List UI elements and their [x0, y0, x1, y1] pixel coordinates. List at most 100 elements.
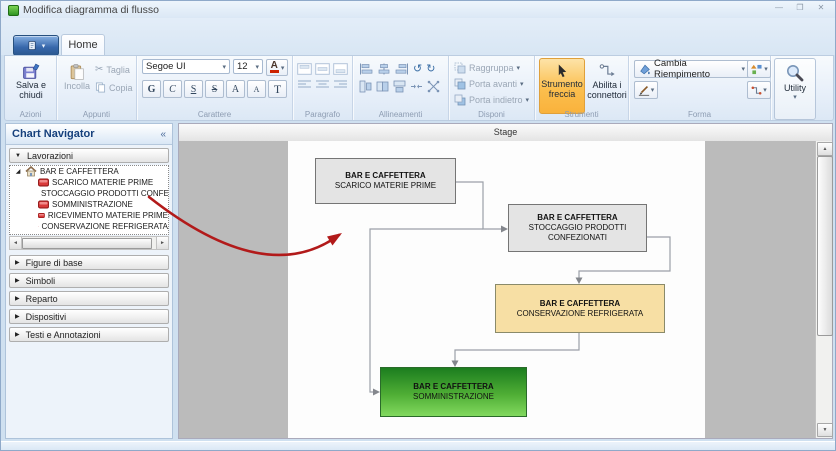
flow-box-somministrazione[interactable]: BAR E CAFFETTERA SOMMINISTRAZIONE [380, 367, 527, 417]
copy-button[interactable]: Copia [95, 82, 133, 93]
stage-vertical-scrollbar[interactable]: ▲ ▼ [815, 141, 832, 438]
connector-style-button[interactable]: ▾ [747, 81, 771, 99]
italic-button[interactable]: C [163, 80, 182, 98]
section-dispositivi[interactable]: ▶ Dispositivi [9, 309, 169, 324]
text-tool-button[interactable]: T [268, 80, 287, 98]
same-size-icon[interactable] [376, 80, 389, 93]
text-align-right-icon[interactable] [333, 78, 348, 90]
section-reparto-label: Reparto [26, 294, 58, 304]
chart-navigator-panel: Chart Navigator « ▼ Lavorazioni ◢ BAR E … [5, 123, 173, 439]
group-objects-button[interactable]: Raggruppa ▾ [454, 60, 534, 75]
ribbon-group-disponi: Raggruppa ▾ Porta avanti ▾ Porta indietr… [449, 56, 535, 120]
enable-connectors-button[interactable]: Abilita i connettori [585, 58, 629, 114]
save-close-button[interactable]: Salva e chiudi [8, 58, 54, 101]
tree-expanded-icon[interactable]: ◢ [14, 168, 22, 175]
collapse-panel-icon[interactable]: « [160, 129, 166, 140]
section-lavorazioni[interactable]: ▼ Lavorazioni [9, 148, 169, 163]
application-menu-button[interactable]: ▾ [13, 35, 59, 56]
scroll-up-icon[interactable]: ▲ [817, 142, 833, 156]
bring-forward-button[interactable]: Porta avanti ▾ [454, 76, 534, 91]
ribbon-group-utility: Utility ▾ [771, 56, 821, 120]
diagram-canvas[interactable]: BAR E CAFFETTERA SCARICO MATERIE PRIME B… [179, 141, 815, 438]
line-style-button[interactable]: ▾ [634, 81, 658, 99]
group-label-forma: Forma [629, 110, 770, 119]
rotate-right-icon[interactable]: ↻ [426, 64, 435, 75]
font-family-select[interactable]: Segoe UI ▾ [142, 59, 230, 74]
shrink-font-button[interactable]: A [247, 80, 266, 98]
group-label-disponi: Disponi [449, 110, 534, 119]
section-simboli[interactable]: ▶ Simboli [9, 273, 169, 288]
group-label-carattere: Carattere [137, 110, 292, 119]
tree-horizontal-scrollbar[interactable]: ◄ ► [9, 236, 169, 250]
tree-item[interactable]: RICEVIMENTO MATERIE PRIME [10, 210, 168, 221]
align-objects-center-icon[interactable] [377, 63, 391, 75]
scroll-left-icon[interactable]: ◄ [10, 237, 22, 249]
align-top-icon[interactable] [297, 63, 312, 75]
align-objects-right-icon[interactable] [395, 63, 409, 75]
change-fill-button[interactable]: Cambia Riempimento ▾ [634, 60, 750, 78]
utility-label: Utility [784, 83, 806, 93]
pencil-line-icon [638, 84, 650, 96]
scroll-down-icon[interactable]: ▼ [817, 423, 833, 437]
process-step-icon [38, 200, 49, 209]
distribute-horizontal-icon[interactable] [410, 80, 423, 93]
tab-home[interactable]: Home [61, 34, 105, 56]
minimize-button[interactable]: — [773, 2, 785, 14]
section-figure-di-base[interactable]: ▶ Figure di base [9, 255, 169, 270]
bring-forward-icon [454, 78, 466, 90]
section-testi-annotazioni[interactable]: ▶ Testi e Annotazioni [9, 327, 169, 342]
utility-button[interactable]: Utility ▾ [774, 58, 816, 120]
text-align-left-icon[interactable] [297, 78, 312, 90]
shape-style-button[interactable]: ▾ [747, 60, 771, 78]
font-size-select[interactable]: 12 ▾ [233, 59, 263, 74]
font-color-button[interactable]: A ▾ [266, 59, 288, 76]
group-icon [454, 62, 466, 74]
flow-box-subtitle: SCARICO MATERIE PRIME [335, 181, 436, 191]
chevron-down-icon: ▾ [281, 64, 285, 72]
send-backward-button[interactable]: Porta indietro ▾ [454, 92, 534, 107]
align-objects-left-icon[interactable] [359, 63, 373, 75]
strikethrough-button[interactable]: S [205, 80, 224, 98]
arrow-tool-button[interactable]: Strumento freccia [539, 58, 585, 114]
close-button[interactable]: ✕ [815, 2, 827, 14]
grow-font-button[interactable]: A [226, 80, 245, 98]
send-backward-icon [454, 94, 466, 106]
tree-item[interactable]: SOMMINISTRAZIONE [10, 199, 168, 210]
rotate-left-icon[interactable]: ↺ [413, 64, 422, 75]
cut-button[interactable]: ✂ Taglia [95, 64, 130, 75]
clipboard-icon [69, 63, 86, 81]
flow-box-stoccaggio[interactable]: BAR E CAFFETTERA STOCCAGGIO PRODOTTI CON… [508, 204, 647, 252]
underline-button[interactable]: S [184, 80, 203, 98]
tree-item[interactable]: CONSERVAZIONE REFRIGERATA [10, 221, 168, 232]
stage-panel: Stage [178, 123, 833, 439]
same-width-icon[interactable] [393, 80, 406, 93]
align-bottom-icon[interactable] [333, 63, 348, 75]
tree-root-item[interactable]: ◢ BAR E CAFFETTERA [10, 166, 168, 177]
flow-box-subtitle: STOCCAGGIO PRODOTTI CONFEZIONATI [511, 223, 644, 243]
text-align-center-icon[interactable] [315, 78, 330, 90]
paste-button[interactable]: Incolla [60, 58, 94, 92]
tree-item-label: STOCCAGGIO PRODOTTI CONFEZIONATI [41, 189, 169, 198]
distribute-vertical-icon[interactable] [427, 80, 440, 93]
tree-item[interactable]: SCARICO MATERIE PRIME [10, 177, 168, 188]
scrollbar-thumb[interactable] [22, 238, 152, 249]
fill-icon [639, 63, 651, 76]
connector-icon [598, 63, 616, 80]
align-middle-icon[interactable] [315, 63, 330, 75]
section-lavorazioni-label: Lavorazioni [27, 151, 73, 161]
maximize-button[interactable]: ❐ [794, 2, 806, 14]
flow-box-conservazione[interactable]: BAR E CAFFETTERA CONSERVAZIONE REFRIGERA… [495, 284, 665, 333]
chevron-down-icon: ▾ [255, 63, 259, 71]
scrollbar-thumb[interactable] [817, 156, 833, 336]
ribbon-group-forma: Cambia Riempimento ▾ ▾ ▾ ▾ Forma [629, 56, 771, 120]
group-label-allineamenti: Allineamenti [353, 110, 448, 119]
tree-item[interactable]: STOCCAGGIO PRODOTTI CONFEZIONATI [10, 188, 168, 199]
section-reparto[interactable]: ▶ Reparto [9, 291, 169, 306]
copy-icon [95, 82, 106, 93]
same-height-icon[interactable] [359, 80, 372, 93]
scroll-right-icon[interactable]: ► [156, 237, 168, 249]
flow-box-scarico[interactable]: BAR E CAFFETTERA SCARICO MATERIE PRIME [315, 158, 456, 204]
bold-button[interactable]: G [142, 80, 161, 98]
chevron-down-icon: ▾ [741, 65, 745, 73]
section-testi-label: Testi e Annotazioni [26, 330, 101, 340]
